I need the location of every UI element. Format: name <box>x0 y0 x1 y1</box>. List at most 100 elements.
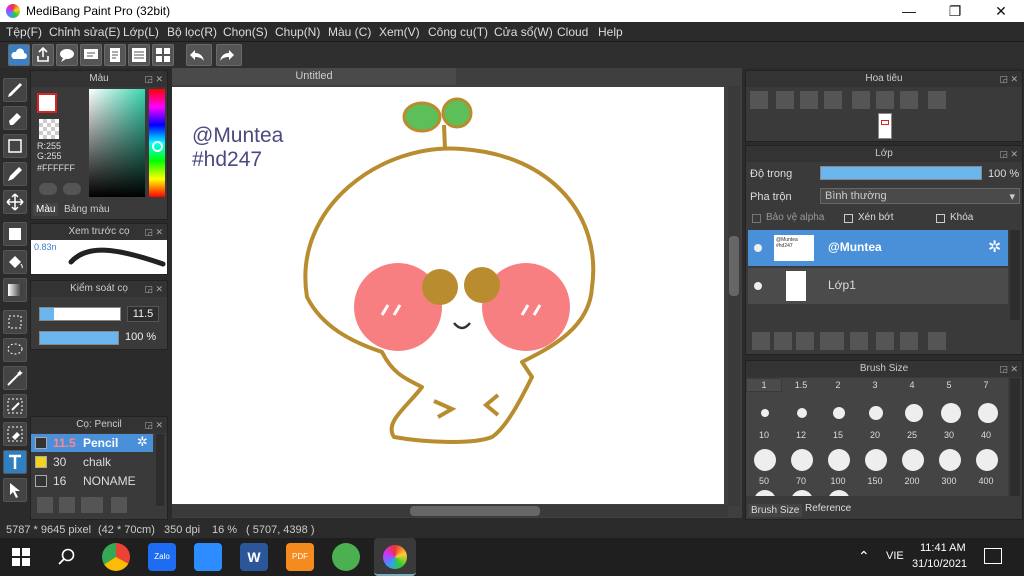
size-10[interactable]: 10 <box>746 430 782 450</box>
operation-tool-icon[interactable] <box>3 478 27 502</box>
size-dot[interactable] <box>869 406 883 420</box>
panel-float-close-icon[interactable]: ◲ ✕ <box>144 281 163 297</box>
document-tab[interactable]: Untitled <box>172 68 456 85</box>
new-brush-icon[interactable] <box>59 497 75 513</box>
zoom-in-icon[interactable] <box>776 91 794 109</box>
bucket-tool-icon[interactable] <box>3 250 27 274</box>
brush-list-scrollbar[interactable] <box>156 434 164 506</box>
layer-scrollbar[interactable] <box>1010 230 1020 320</box>
size-dot[interactable] <box>978 403 998 423</box>
brush-item-chalk[interactable]: 30 chalk <box>31 453 153 471</box>
undo-icon[interactable] <box>186 44 212 66</box>
transparent-swatch[interactable] <box>39 119 59 139</box>
tab-brush-size[interactable]: Brush Size <box>748 504 803 517</box>
color-mode-button[interactable] <box>39 183 57 195</box>
medibang-taskbar-icon[interactable] <box>374 538 416 576</box>
fit-screen-icon[interactable] <box>800 91 818 109</box>
layer-row-muntea[interactable]: @Muntea #hd247 @Muntea ✲ <box>748 230 1008 266</box>
select-pen-tool-icon[interactable] <box>3 394 27 418</box>
panel-float-close-icon[interactable]: ◲ ✕ <box>999 146 1018 162</box>
size-1-5[interactable]: 1.5 <box>783 380 819 400</box>
protect-alpha-checkbox[interactable] <box>752 214 761 223</box>
visibility-eye-icon[interactable] <box>754 282 762 290</box>
hue-handle[interactable] <box>152 141 163 152</box>
notification-icon[interactable] <box>984 548 1002 564</box>
zalo-icon[interactable]: Zalo <box>148 543 176 571</box>
add-brush-icon[interactable] <box>81 497 103 513</box>
panel-float-close-icon[interactable]: ◲ ✕ <box>999 71 1018 87</box>
size-dot[interactable] <box>754 449 776 471</box>
document-icon[interactable] <box>104 44 126 66</box>
size-dot[interactable] <box>865 449 887 471</box>
gear-icon[interactable]: ✲ <box>137 434 148 450</box>
word-icon[interactable]: W <box>240 543 268 571</box>
tab-reference[interactable]: Reference <box>802 502 854 515</box>
size-20[interactable]: 20 <box>857 430 893 450</box>
size-3[interactable]: 3 <box>857 380 893 400</box>
zoom-icon[interactable] <box>194 543 222 571</box>
brush-size-scrollbar[interactable] <box>1010 378 1020 496</box>
comment-icon[interactable] <box>80 44 102 66</box>
chat-icon[interactable] <box>56 44 78 66</box>
delete-brush-icon[interactable] <box>111 497 127 513</box>
brush-item-pencil[interactable]: 11.5 Pencil ✲ <box>31 434 153 452</box>
blend-mode-select[interactable]: Bình thường ▾ <box>820 188 1020 204</box>
close-button[interactable]: ✕ <box>978 0 1024 22</box>
cloud-brush-icon[interactable] <box>37 497 53 513</box>
zoom-fit-icon[interactable] <box>750 91 768 109</box>
new-1bit-layer-icon[interactable] <box>796 332 814 350</box>
size-12[interactable]: 12 <box>783 430 819 450</box>
rectangle-tool-icon[interactable] <box>3 134 27 158</box>
language-indicator[interactable]: VIE <box>886 550 904 562</box>
size-dot[interactable] <box>833 407 845 419</box>
brush-size-value[interactable]: 11.5 <box>127 306 159 322</box>
chrome-icon[interactable] <box>102 543 130 571</box>
size-7[interactable]: 7 <box>968 380 1004 400</box>
menu-capture[interactable]: Chụp(N) <box>275 25 320 39</box>
size-dot[interactable] <box>941 403 961 423</box>
add-layer-menu-icon[interactable] <box>820 332 844 350</box>
size-dot[interactable] <box>905 404 923 422</box>
fill-rectangle-tool-icon[interactable] <box>3 222 27 246</box>
size-300[interactable]: 300 <box>931 476 967 496</box>
menu-color[interactable]: Màu (C) <box>328 25 371 39</box>
menu-filter[interactable]: Bộ lọc(R) <box>167 25 217 39</box>
tab-palette[interactable]: Bảng màu <box>61 203 113 216</box>
lock-checkbox[interactable] <box>936 214 945 223</box>
menu-edit[interactable]: Chỉnh sửa(E) <box>49 25 120 39</box>
size-30[interactable]: 30 <box>931 430 967 450</box>
clock-time[interactable]: 11:41 AM <box>920 542 966 554</box>
menu-view[interactable]: Xem(V) <box>379 25 420 39</box>
menu-cloud[interactable]: Cloud <box>557 25 588 39</box>
layer-opacity-slider[interactable] <box>820 166 982 180</box>
folder-icon[interactable] <box>850 332 868 350</box>
tab-color[interactable]: Màu <box>33 203 59 216</box>
merge-layer-icon[interactable] <box>900 332 918 350</box>
trash-icon[interactable] <box>928 332 946 350</box>
size-15[interactable]: 15 <box>820 430 856 450</box>
panel-float-close-icon[interactable]: ◲ ✕ <box>144 224 163 240</box>
gear-icon[interactable]: ✲ <box>988 237 1001 257</box>
size-dot[interactable] <box>939 449 961 471</box>
size-5[interactable]: 5 <box>931 380 967 400</box>
clock-date[interactable]: 31/10/2021 <box>912 558 967 570</box>
canvas-horizontal-scrollbar[interactable] <box>172 505 728 517</box>
color-history-button[interactable] <box>63 183 81 195</box>
menu-tools[interactable]: Công cụ(T) <box>428 25 488 39</box>
size-4[interactable]: 4 <box>894 380 930 400</box>
minimize-button[interactable]: — <box>886 0 932 22</box>
share-icon[interactable] <box>32 44 54 66</box>
size-dot[interactable] <box>797 408 807 418</box>
menu-window[interactable]: Cửa sổ(W) <box>494 25 553 39</box>
gradient-tool-icon[interactable] <box>3 278 27 302</box>
brush-opacity-slider[interactable] <box>39 331 119 345</box>
menu-select[interactable]: Chọn(S) <box>223 25 268 39</box>
rotate-right-icon[interactable] <box>900 91 918 109</box>
select-rect-tool-icon[interactable] <box>3 310 27 334</box>
magic-wand-tool-icon[interactable] <box>3 366 27 390</box>
visibility-eye-icon[interactable] <box>754 244 762 252</box>
panel-float-close-icon[interactable]: ◲ ✕ <box>144 417 163 433</box>
size-dot[interactable] <box>761 409 769 417</box>
size-2[interactable]: 2 <box>820 380 856 400</box>
panel-float-close-icon[interactable]: ◲ ✕ <box>144 71 163 87</box>
